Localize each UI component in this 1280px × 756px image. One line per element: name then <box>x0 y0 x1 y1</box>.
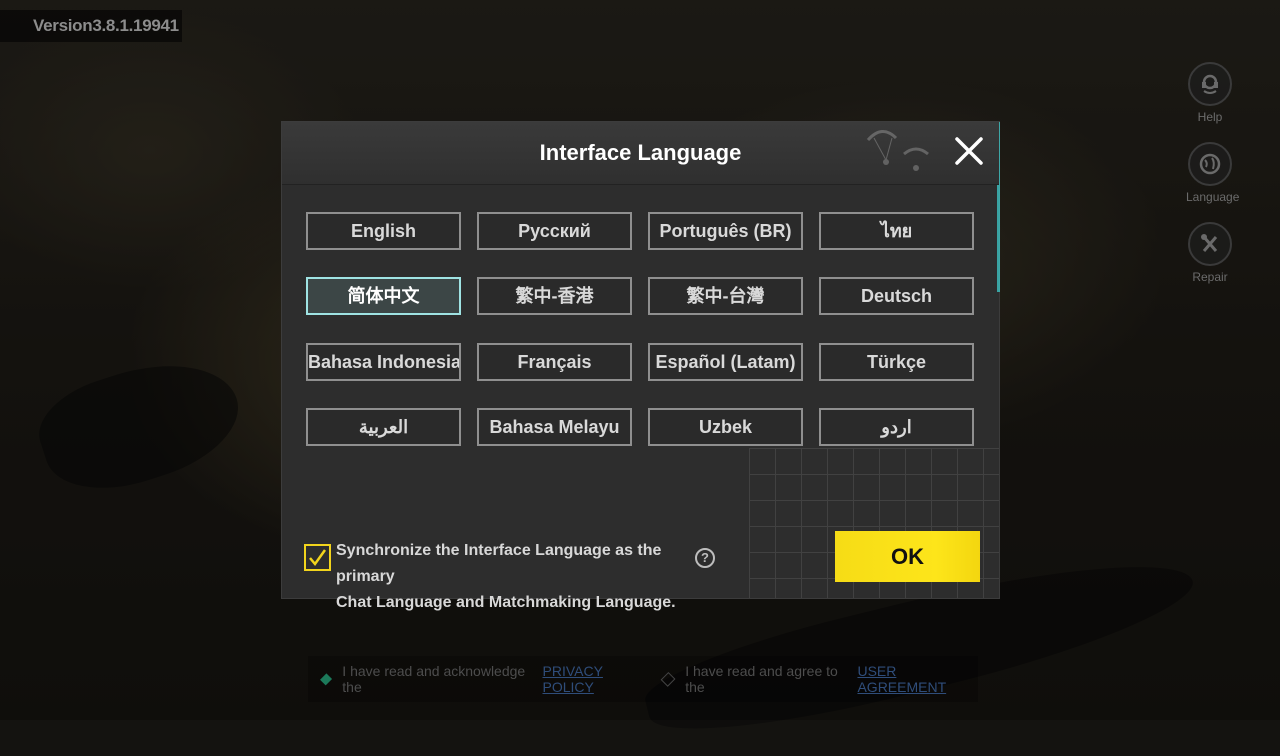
sync-language-text: Synchronize the Interface Language as th… <box>336 538 696 616</box>
language-option-indonesian[interactable]: Bahasa Indonesia <box>306 343 461 381</box>
language-option-arabic[interactable]: العربية <box>306 408 461 446</box>
language-option-german[interactable]: Deutsch <box>819 277 974 315</box>
agreement-prefix: I have read and agree to the <box>685 663 838 695</box>
language-option-simplified-chinese[interactable]: 简体中文 <box>306 277 461 315</box>
ok-button[interactable]: OK <box>835 531 980 582</box>
agreement-bar: I have read and acknowledge the PRIVACY … <box>308 656 978 702</box>
language-option-uzbek[interactable]: Uzbek <box>648 408 803 446</box>
language-option-turkish[interactable]: Türkçe <box>819 343 974 381</box>
sync-text-line1: Synchronize the Interface Language as th… <box>336 542 662 585</box>
help-label: Help <box>1197 110 1223 124</box>
privacy-prefix: I have read and acknowledge the <box>342 663 526 695</box>
language-option-russian[interactable]: Русский <box>477 212 632 250</box>
dialog-title: Interface Language <box>539 140 742 165</box>
language-option-french[interactable]: Français <box>477 343 632 381</box>
repair-label: Repair <box>1192 270 1228 284</box>
language-label: Language <box>1186 190 1240 204</box>
close-button[interactable] <box>953 135 985 167</box>
agreement-checkbox[interactable] <box>660 671 676 687</box>
version-label: Version3.8.1.19941 <box>0 10 182 42</box>
help-button[interactable]: Help <box>1186 62 1234 124</box>
checkmark-icon <box>309 549 327 567</box>
headset-icon <box>1188 62 1232 106</box>
language-option-urdu[interactable]: اردو <box>819 408 974 446</box>
sync-language-checkbox[interactable] <box>304 544 331 571</box>
globe-icon <box>1188 142 1232 186</box>
repair-button[interactable]: Repair <box>1186 222 1234 284</box>
language-option-portuguese-br[interactable]: Português (BR) <box>648 212 803 250</box>
privacy-checkbox[interactable] <box>320 672 333 686</box>
language-option-malay[interactable]: Bahasa Melayu <box>477 408 632 446</box>
language-option-english[interactable]: English <box>306 212 461 250</box>
language-option-traditional-chinese-tw[interactable]: 繁中-台灣 <box>648 277 803 315</box>
language-option-spanish-latam[interactable]: Español (Latam) <box>648 343 803 381</box>
close-icon <box>955 137 983 165</box>
user-agreement-link[interactable]: USER AGREEMENT <box>857 663 978 695</box>
interface-language-dialog: Interface Language English Русский Portu… <box>281 121 1000 611</box>
language-option-thai[interactable]: ไทย <box>819 212 974 250</box>
privacy-policy-link[interactable]: PRIVACY POLICY <box>543 663 649 695</box>
wrench-icon <box>1188 222 1232 266</box>
question-icon[interactable]: ? <box>695 548 715 568</box>
language-button[interactable]: Language <box>1186 142 1240 204</box>
language-option-traditional-chinese-hk[interactable]: 繁中-香港 <box>477 277 632 315</box>
sync-text-line2: Chat Language and Matchmaking Language. <box>336 594 676 611</box>
